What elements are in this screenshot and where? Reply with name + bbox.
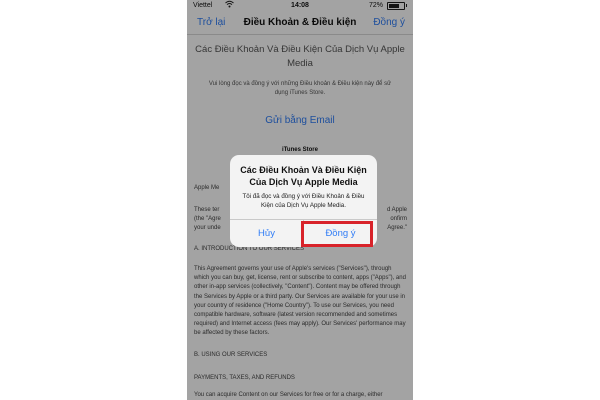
alert-title: Các Điều Khoản Và Điều Kiện Của Dịch Vụ … bbox=[240, 165, 367, 187]
highlight-annotation-box bbox=[301, 221, 373, 247]
alert-message: Tôi đã đọc và đồng ý với Điều Khoản & Đi… bbox=[242, 193, 365, 209]
cancel-button[interactable]: Hủy bbox=[230, 220, 303, 247]
phone-screen: Viettel 14:08 72% Trở lại Điều Khoản & Đ… bbox=[187, 0, 413, 400]
